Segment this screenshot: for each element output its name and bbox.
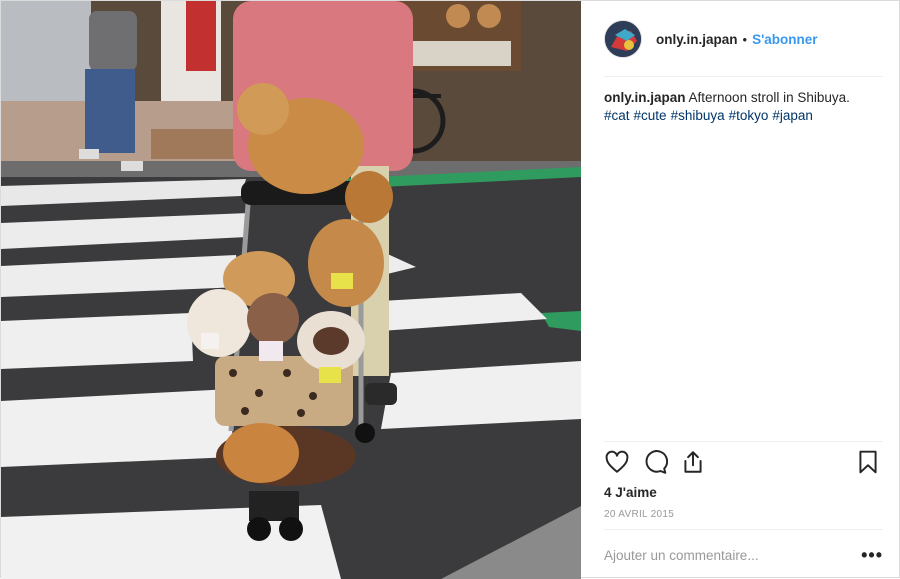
separator-dot: • [742, 31, 748, 47]
hashtag-link[interactable]: #cute [634, 108, 667, 123]
follow-button[interactable]: S'abonner [752, 32, 817, 47]
avatar[interactable] [604, 20, 642, 58]
post-sidebar: only.in.japan • S'abonner only.in.japan … [582, 1, 900, 579]
action-bar [604, 449, 883, 479]
comment-divider [604, 529, 883, 530]
heart-icon[interactable] [604, 449, 632, 477]
hashtag-link[interactable]: #cat [604, 108, 630, 123]
hashtag-list: #cat #cute #shibuya #tokyo #japan [604, 107, 883, 125]
bookmark-icon[interactable] [855, 449, 883, 477]
post-caption: only.in.japan Afternoon stroll in Shibuy… [604, 89, 883, 125]
comment-icon[interactable] [642, 449, 670, 477]
comment-input[interactable]: Ajouter un commentaire... [604, 548, 861, 563]
caption-text: Afternoon stroll in Shibuya. [688, 90, 850, 105]
post-header: only.in.japan • S'abonner [604, 19, 883, 59]
share-icon[interactable] [680, 449, 708, 477]
header-username[interactable]: only.in.japan [656, 32, 738, 47]
hashtag-link[interactable]: #japan [772, 108, 813, 123]
actions-divider [604, 441, 883, 442]
hashtag-link[interactable]: #shibuya [671, 108, 725, 123]
cats-stroller-photo [1, 1, 581, 579]
more-options-icon[interactable]: ••• [861, 545, 883, 566]
likes-count[interactable]: 4 J'aime [604, 485, 657, 500]
header-divider [604, 76, 883, 77]
instagram-post: only.in.japan • S'abonner only.in.japan … [0, 0, 900, 579]
post-date: 20 AVRIL 2015 [604, 509, 675, 520]
hashtag-link[interactable]: #tokyo [729, 108, 769, 123]
caption-username[interactable]: only.in.japan [604, 90, 686, 105]
post-photo[interactable] [1, 1, 581, 579]
avatar-image [605, 21, 641, 57]
comment-box: Ajouter un commentaire... ••• [604, 543, 883, 567]
